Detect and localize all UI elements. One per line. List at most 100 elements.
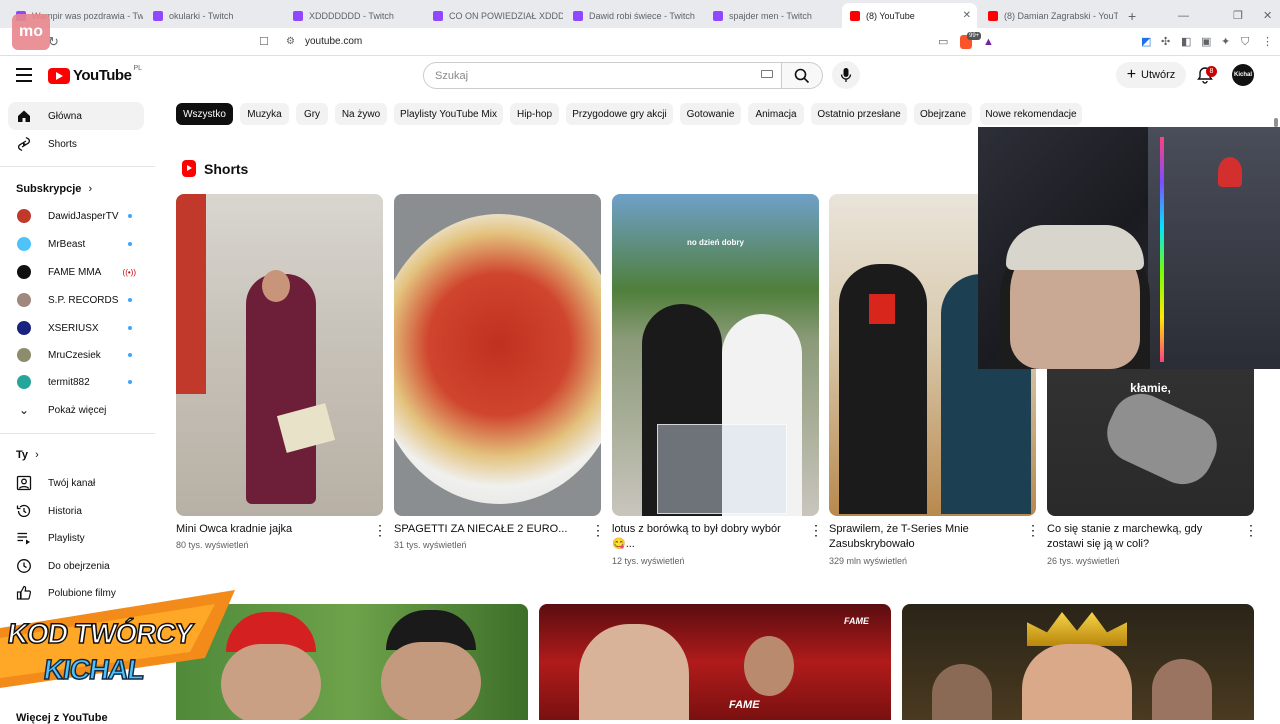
sidebar-sub-item[interactable]: XSERIUSX: [8, 314, 144, 342]
channel-avatar: [17, 265, 31, 279]
chip-music[interactable]: Muzyka: [240, 103, 289, 125]
chip-mix[interactable]: Playlisty YouTube Mix: [394, 103, 503, 125]
short-card[interactable]: no dzień dobry lotus z borówką to był do…: [612, 194, 823, 566]
sidebar-sub-item[interactable]: S.P. RECORDS: [8, 286, 144, 314]
sidebar-item-your-channel[interactable]: Twój kanał: [8, 469, 144, 497]
wallet-icon[interactable]: ▣: [1201, 35, 1211, 49]
brave-rewards-icon[interactable]: ▲: [983, 35, 994, 49]
video-thumbnail[interactable]: FAME FAME: [539, 604, 891, 720]
chevron-down-icon: ⌄: [18, 403, 30, 417]
short-title[interactable]: SPAGETTI ZA NIECAŁE 2 EURO...: [394, 522, 574, 537]
glass-box-shape: [657, 424, 787, 514]
short-thumbnail[interactable]: [394, 194, 601, 516]
short-title[interactable]: Co się stanie z marchewką, gdy zostawi s…: [1047, 522, 1227, 552]
subscriptions-heading[interactable]: Subskrypcje ›: [16, 183, 92, 195]
browser-tab[interactable]: Dawid robi świece - Twitch: [565, 3, 703, 28]
home-icon: [18, 110, 30, 122]
more-options-icon[interactable]: ⋮: [591, 523, 605, 537]
youtube-logo[interactable]: YouTube PL: [48, 65, 142, 84]
chip-new-recommendations[interactable]: Nowe rekomendacje: [980, 103, 1082, 125]
sidebar-sub-item[interactable]: MrBeast: [8, 230, 144, 258]
avatar[interactable]: Kichal: [1232, 64, 1254, 86]
bookmark-icon[interactable]: ☐: [259, 35, 269, 49]
menu-icon[interactable]: ⋮: [1262, 35, 1273, 49]
sidebar-item-history[interactable]: Historia: [8, 497, 144, 525]
head-shape: [262, 270, 290, 302]
search-icon: [794, 68, 810, 84]
sidebar-item-watch-later[interactable]: Do obejrzenia: [8, 552, 144, 580]
twitch-icon: [433, 10, 443, 21]
page-scrollbar[interactable]: [1274, 118, 1278, 127]
you-heading[interactable]: Ty ›: [16, 449, 39, 461]
short-overlay-text: no dzień dobry: [687, 238, 744, 247]
short-title[interactable]: Mini Owca kradnie jajka: [176, 522, 356, 537]
browser-tab-active[interactable]: (8) YouTube ✕: [842, 3, 977, 28]
short-thumbnail[interactable]: no dzień dobry: [612, 194, 819, 516]
sidebar-sub-item[interactable]: MruCzesiek: [8, 341, 144, 369]
create-button[interactable]: + Utwórz: [1116, 62, 1186, 88]
more-options-icon[interactable]: ⋮: [1244, 523, 1258, 537]
window-close-icon[interactable]: ✕: [1255, 3, 1275, 28]
browser-tab[interactable]: okularki - Twitch: [145, 3, 283, 28]
video-thumbnail[interactable]: [902, 604, 1254, 720]
chip-action-adventure[interactable]: Przygodowe gry akcji: [566, 103, 673, 125]
channel-avatar: [17, 348, 31, 362]
twitch-icon: [713, 10, 723, 21]
vpn-icon[interactable]: ⛉: [1241, 35, 1249, 49]
chip-hiphop[interactable]: Hip-hop: [510, 103, 559, 125]
sidebar-toggle-icon[interactable]: ◧: [1181, 35, 1191, 49]
leo-ai-icon[interactable]: ✦: [1221, 35, 1230, 49]
show-more-button[interactable]: ⌄ Pokaż więcej: [8, 396, 144, 424]
keyboard-icon[interactable]: [761, 70, 773, 78]
chip-live[interactable]: Na żywo: [335, 103, 387, 125]
chip-all[interactable]: Wszystko: [176, 103, 233, 125]
sidebar-item-shorts[interactable]: Shorts: [8, 130, 144, 158]
maximize-icon[interactable]: ❐: [1225, 3, 1245, 28]
browser-tab[interactable]: XDDDDDDD - Twitch: [285, 3, 423, 28]
search-input[interactable]: Szukaj: [423, 62, 782, 89]
stream-overlay-logo: mo: [12, 14, 50, 50]
sidebar-sub-item[interactable]: termit882: [8, 368, 144, 396]
face-shape: [381, 642, 481, 720]
browser-tab[interactable]: spajder men - Twitch: [705, 3, 840, 28]
extensions-icon[interactable]: ✣: [1161, 35, 1170, 49]
youtube-icon: [988, 10, 998, 21]
live-icon: ((•)): [122, 267, 136, 277]
close-tab-icon[interactable]: ✕: [963, 10, 971, 21]
sidebar-sub-item[interactable]: DawidJasperTV: [8, 202, 144, 230]
more-options-icon[interactable]: ⋮: [373, 523, 387, 537]
translate-icon[interactable]: ◩: [1141, 35, 1151, 49]
new-tab-icon[interactable]: +: [1120, 3, 1140, 28]
shorts-icon: [182, 160, 196, 177]
browser-tab[interactable]: CO ON POWIEDZIAŁ XDDDD: [425, 3, 563, 28]
more-options-icon[interactable]: ⋮: [809, 523, 823, 537]
browser-tab[interactable]: (8) Damian Zagrabski - YouTu: [980, 3, 1118, 28]
carrot-hand-shape: [1097, 384, 1227, 494]
more-options-icon[interactable]: ⋮: [1026, 523, 1040, 537]
browser-address-bar: ↻ ☐ ⚙ youtube.com ▭ 99+ ▲ ◩ ✣ ◧ ▣ ✦ ⛉ ⋮: [0, 28, 1280, 56]
voice-search-button[interactable]: [832, 61, 860, 89]
url-field[interactable]: youtube.com: [305, 36, 362, 47]
short-thumbnail[interactable]: [176, 194, 383, 516]
channel-avatar: [17, 237, 31, 251]
chip-cooking[interactable]: Gotowanie: [680, 103, 741, 125]
face-shape: [932, 664, 992, 720]
sidebar-sub-item[interactable]: FAME MMA ((•)): [8, 258, 144, 286]
minimize-icon[interactable]: —: [1170, 3, 1190, 28]
brave-badge: 99+: [967, 32, 982, 40]
cast-icon[interactable]: ▭: [938, 35, 948, 49]
chip-recently-uploaded[interactable]: Ostatnio przesłane: [811, 103, 907, 125]
chip-watched[interactable]: Obejrzane: [914, 103, 972, 125]
sidebar-item-home[interactable]: Główna: [8, 102, 144, 130]
short-title[interactable]: Sprawilem, że T-Series Mnie Zasubskrybow…: [829, 522, 1009, 552]
menu-hamburger-icon[interactable]: [16, 68, 32, 82]
search-button[interactable]: [782, 62, 823, 89]
site-info-icon[interactable]: ⚙: [286, 35, 295, 49]
chip-animation[interactable]: Animacja: [748, 103, 804, 125]
fame-logo-text: FAME: [729, 699, 760, 711]
short-card[interactable]: SPAGETTI ZA NIECAŁE 2 EURO... 31 tys. wy…: [394, 194, 605, 550]
short-card[interactable]: Mini Owca kradnie jajka 80 tys. wyświetl…: [176, 194, 387, 550]
chip-games[interactable]: Gry: [296, 103, 328, 125]
short-title[interactable]: lotus z borówką to był dobry wybór 😋...: [612, 522, 792, 552]
sidebar-item-playlists[interactable]: Playlisty: [8, 524, 144, 552]
